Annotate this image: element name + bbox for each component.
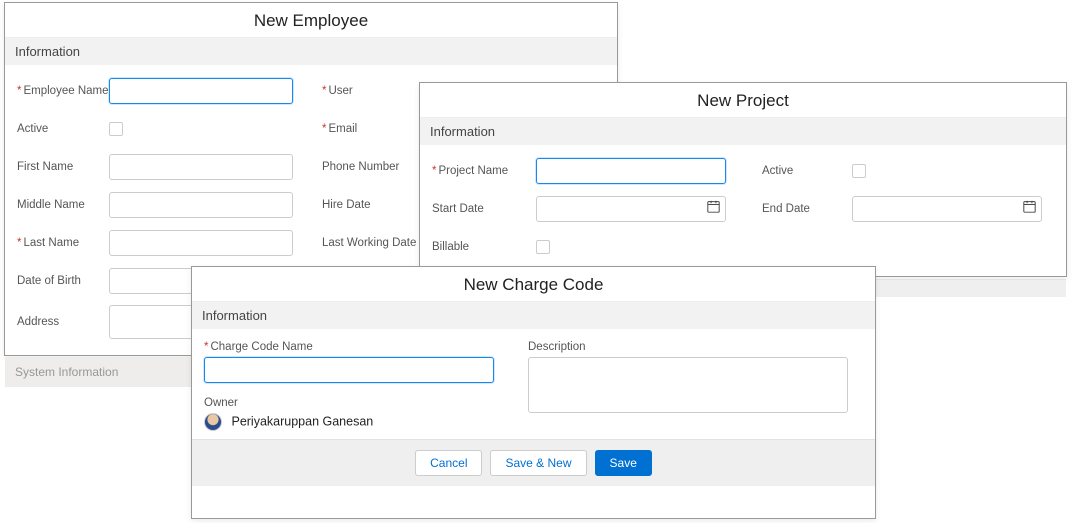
section-information: Information	[5, 38, 617, 65]
active-label: Active	[17, 123, 109, 135]
project-active-label: Active	[762, 165, 852, 177]
address-label: Address	[17, 316, 109, 328]
project-active-checkbox[interactable]	[852, 164, 866, 178]
section-information: Information	[420, 118, 1066, 145]
project-name-field[interactable]	[536, 158, 726, 184]
owner-name: Periyakaruppan Ganesan	[231, 414, 373, 428]
modal-footer: Cancel Save & New Save	[192, 439, 875, 486]
last-name-field[interactable]	[109, 230, 293, 256]
active-checkbox[interactable]	[109, 122, 123, 136]
modal-title: New Charge Code	[192, 267, 875, 302]
new-project-modal: New Project Information Project Name Sta…	[419, 82, 1067, 277]
hire-date-label: Hire Date	[322, 199, 432, 211]
billable-checkbox[interactable]	[536, 240, 550, 254]
owner-label: Owner	[204, 397, 504, 409]
employee-name-field[interactable]	[109, 78, 293, 104]
last-name-label: Last Name	[17, 237, 109, 249]
charge-code-name-field[interactable]	[204, 357, 494, 383]
employee-name-label: Employee Name	[17, 85, 109, 97]
new-charge-code-modal: New Charge Code Information Charge Code …	[191, 266, 876, 519]
description-field[interactable]	[528, 357, 848, 413]
start-date-label: Start Date	[432, 203, 536, 215]
save-button[interactable]: Save	[595, 450, 652, 476]
modal-title: New Employee	[5, 3, 617, 38]
email-label: Email	[322, 123, 432, 135]
phone-label: Phone Number	[322, 161, 432, 173]
description-label: Description	[528, 341, 848, 353]
last-working-label: Last Working Date	[322, 237, 432, 249]
end-date-label: End Date	[762, 203, 852, 215]
user-label: User	[322, 85, 432, 97]
dob-label: Date of Birth	[17, 275, 109, 287]
first-name-field[interactable]	[109, 154, 293, 180]
middle-name-label: Middle Name	[17, 199, 109, 211]
project-name-label: Project Name	[432, 165, 536, 177]
middle-name-field[interactable]	[109, 192, 293, 218]
cancel-button[interactable]: Cancel	[415, 450, 482, 476]
end-date-field[interactable]	[852, 196, 1042, 222]
start-date-field[interactable]	[536, 196, 726, 222]
charge-code-name-label: Charge Code Name	[204, 341, 504, 353]
billable-label: Billable	[432, 241, 536, 253]
first-name-label: First Name	[17, 161, 109, 173]
modal-title: New Project	[420, 83, 1066, 118]
section-information: Information	[192, 302, 875, 329]
avatar	[204, 413, 222, 431]
save-and-new-button[interactable]: Save & New	[490, 450, 586, 476]
